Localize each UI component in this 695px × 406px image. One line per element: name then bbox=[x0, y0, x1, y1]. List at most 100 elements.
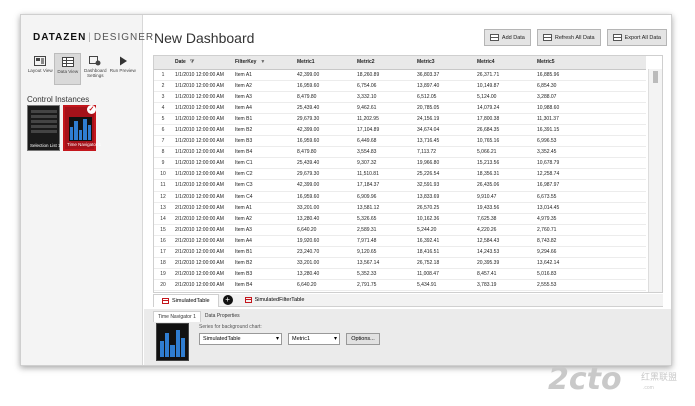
row-index: 20 bbox=[154, 279, 172, 292]
table-cell: 8,743.82 bbox=[534, 235, 646, 248]
export-all-data-button[interactable]: Export All Data bbox=[606, 29, 667, 46]
table-row[interactable]: 20 2/1/2010 12:00:00 AM Item B4 6,640.20 2,7… bbox=[154, 279, 646, 292]
table-cell: 7,625.38 bbox=[474, 213, 534, 225]
column-header-filterkey[interactable]: FilterKey ▼ bbox=[232, 56, 294, 70]
table-cell: 1/1/2010 12:00:00 AM bbox=[172, 179, 232, 192]
table-row[interactable]: 16 2/1/2010 12:00:00 AM Item A4 19,920.60 7,… bbox=[154, 235, 646, 248]
metric-select[interactable]: Metric1 ▾ bbox=[288, 333, 340, 345]
table-row[interactable]: 14 2/1/2010 12:00:00 AM Item A2 13,280.40 5,… bbox=[154, 213, 646, 225]
scrollbar-thumb[interactable] bbox=[653, 71, 658, 83]
table-icon bbox=[162, 297, 169, 304]
row-index: 13 bbox=[154, 202, 172, 214]
column-header-metric3[interactable]: Metric3 bbox=[414, 56, 474, 70]
watermark-url: .com bbox=[643, 385, 654, 391]
selection-list-thumbnail[interactable]: Selection List 1 bbox=[27, 105, 61, 151]
table-cell: 18,260.89 bbox=[354, 69, 414, 81]
table-cell: 9,120.65 bbox=[354, 246, 414, 259]
funnel-icon[interactable]: ▼ bbox=[260, 59, 265, 65]
table-row[interactable]: 1 1/1/2010 12:00:00 AM Item A1 42,399.00 18,… bbox=[154, 69, 646, 81]
table-cell: 12,258.74 bbox=[534, 168, 646, 181]
table-cell: Item B2 bbox=[232, 257, 294, 270]
selected-check-icon: ✓ bbox=[87, 105, 96, 114]
column-header-metric2[interactable]: Metric2 bbox=[354, 56, 414, 70]
toolbar: Add Data Refresh All Data Export All Dat… bbox=[483, 29, 667, 46]
table-cell: 19,433.56 bbox=[474, 202, 534, 214]
export-all-label: Export All Data bbox=[624, 34, 661, 41]
table-row[interactable]: 17 2/1/2010 12:00:00 AM Item B1 23,240.70 9,… bbox=[154, 246, 646, 259]
table-row[interactable]: 6 1/1/2010 12:00:00 AM Item B2 42,399.00 17,… bbox=[154, 124, 646, 137]
table-row[interactable]: 15 2/1/2010 12:00:00 AM Item A3 6,640.20 2,5… bbox=[154, 224, 646, 236]
table-cell: 2,555.53 bbox=[534, 279, 646, 292]
column-header-label: Date bbox=[175, 59, 186, 66]
add-data-button[interactable]: Add Data bbox=[483, 29, 531, 46]
view-switcher: Layout View Data View Dashboard Settings… bbox=[27, 53, 137, 85]
table-row[interactable]: 7 1/1/2010 12:00:00 AM Item B3 16,959.60 6,4… bbox=[154, 135, 646, 148]
properties-panel: Time Navigator 1 Data Properties Series … bbox=[144, 309, 671, 365]
layout-view-button[interactable]: Layout View bbox=[27, 53, 53, 85]
time-navigator-thumbnail[interactable]: ✓ Time Navigator 1 bbox=[63, 105, 101, 151]
tab-data-properties[interactable]: Data Properties bbox=[201, 311, 244, 322]
table-row[interactable]: 13 2/1/2010 12:00:00 AM Item A1 33,201.00 13… bbox=[154, 202, 646, 214]
column-header-metric4[interactable]: Metric4 bbox=[474, 56, 534, 70]
table-row[interactable]: 12 1/1/2010 12:00:00 AM Item C4 16,959.60 6,… bbox=[154, 191, 646, 203]
table-row[interactable]: 18 2/1/2010 12:00:00 AM Item B2 33,201.00 13… bbox=[154, 257, 646, 270]
refresh-all-data-button[interactable]: Refresh All Data bbox=[536, 29, 601, 46]
table-row[interactable]: 3 1/1/2010 12:00:00 AM Item A3 8,479.80 3,33… bbox=[154, 91, 646, 103]
row-index: 10 bbox=[154, 168, 172, 181]
table-cell: 8,479.80 bbox=[294, 146, 354, 159]
metric-select-value: Metric1 bbox=[292, 336, 311, 342]
table-row[interactable]: 11 1/1/2010 12:00:00 AM Item C3 42,399.00 17… bbox=[154, 179, 646, 192]
table-row[interactable]: 19 2/1/2010 12:00:00 AM Item B3 13,280.40 5,… bbox=[154, 268, 646, 281]
table-cell: 1/1/2010 12:00:00 AM bbox=[172, 80, 232, 92]
row-index: 15 bbox=[154, 224, 172, 236]
table-cell: 2/1/2010 12:00:00 AM bbox=[172, 268, 232, 281]
table-cell: Item C4 bbox=[232, 191, 294, 203]
refresh-table-icon bbox=[542, 34, 552, 41]
column-header-metric5[interactable]: Metric5 bbox=[534, 56, 646, 70]
table-row[interactable]: 4 1/1/2010 12:00:00 AM Item A4 25,439.40 9,4… bbox=[154, 102, 646, 114]
column-header-date[interactable]: Date ⧩ bbox=[172, 56, 232, 70]
app-window: DATAZEN | DESIGNER Layout View Data View D… bbox=[20, 14, 672, 366]
table-row[interactable]: 2 1/1/2010 12:00:00 AM Item A2 16,959.60 6,7… bbox=[154, 80, 646, 92]
time-navigator-label: Time Navigator 1 bbox=[67, 142, 102, 147]
data-view-button[interactable]: Data View bbox=[54, 53, 82, 85]
table-cell: 13,280.40 bbox=[294, 213, 354, 225]
table-cell: 13,280.40 bbox=[294, 268, 354, 281]
table-cell: 3,332.10 bbox=[354, 91, 414, 103]
table-row[interactable]: 8 1/1/2010 12:00:00 AM Item B4 8,479.80 3,55… bbox=[154, 146, 646, 159]
table-row[interactable]: 5 1/1/2010 12:00:00 AM Item B1 29,679.30 11,… bbox=[154, 113, 646, 125]
filter-icon[interactable]: ⧩ bbox=[190, 59, 194, 65]
table-cell: 2/1/2010 12:00:00 AM bbox=[172, 213, 232, 225]
tab-label: SimulatedTable bbox=[172, 297, 210, 304]
table-row[interactable]: 10 1/1/2010 12:00:00 AM Item C2 29,679.30 11… bbox=[154, 168, 646, 181]
table-cell: 13,014.45 bbox=[534, 202, 646, 214]
dashboard-settings-button[interactable]: Dashboard Settings bbox=[82, 53, 108, 85]
tab-simulated-table[interactable]: SimulatedTable bbox=[153, 293, 219, 307]
table-cell: 13,642.14 bbox=[534, 257, 646, 270]
table-cell: 13,567.14 bbox=[354, 257, 414, 270]
options-button[interactable]: Options... bbox=[346, 333, 380, 345]
watermark-logo: 2cto bbox=[548, 362, 622, 397]
table-select[interactable]: SimulatedTable ▾ bbox=[199, 333, 282, 345]
table-cell: 6,673.55 bbox=[534, 191, 646, 203]
row-index: 5 bbox=[154, 113, 172, 125]
tab-time-navigator[interactable]: Time Navigator 1 bbox=[153, 311, 201, 322]
row-index: 19 bbox=[154, 268, 172, 281]
logo-separator: | bbox=[88, 32, 92, 43]
table-cell: 24,156.19 bbox=[414, 113, 474, 125]
time-navigator-preview-large bbox=[156, 323, 189, 361]
column-header-metric1[interactable]: Metric1 bbox=[294, 56, 354, 70]
table-cell: 14,079.24 bbox=[474, 102, 534, 114]
vertical-scrollbar[interactable] bbox=[648, 69, 662, 292]
table-cell: 2/1/2010 12:00:00 AM bbox=[172, 224, 232, 236]
table-cell: 2/1/2010 12:00:00 AM bbox=[172, 202, 232, 214]
table-cell: 1/1/2010 12:00:00 AM bbox=[172, 157, 232, 170]
table-row[interactable]: 9 1/1/2010 12:00:00 AM Item C1 25,439.40 9,3… bbox=[154, 157, 646, 170]
table-cell: 42,399.00 bbox=[294, 69, 354, 81]
table-cell: 14,243.53 bbox=[474, 246, 534, 259]
run-preview-button[interactable]: Run Preview bbox=[110, 53, 136, 85]
add-tab-icon[interactable]: + bbox=[222, 295, 233, 305]
tab-simulated-filter-table[interactable]: SimulatedFilterTable bbox=[237, 294, 313, 307]
table-cell: 6,512.05 bbox=[414, 91, 474, 103]
table-cell: 42,399.00 bbox=[294, 179, 354, 192]
